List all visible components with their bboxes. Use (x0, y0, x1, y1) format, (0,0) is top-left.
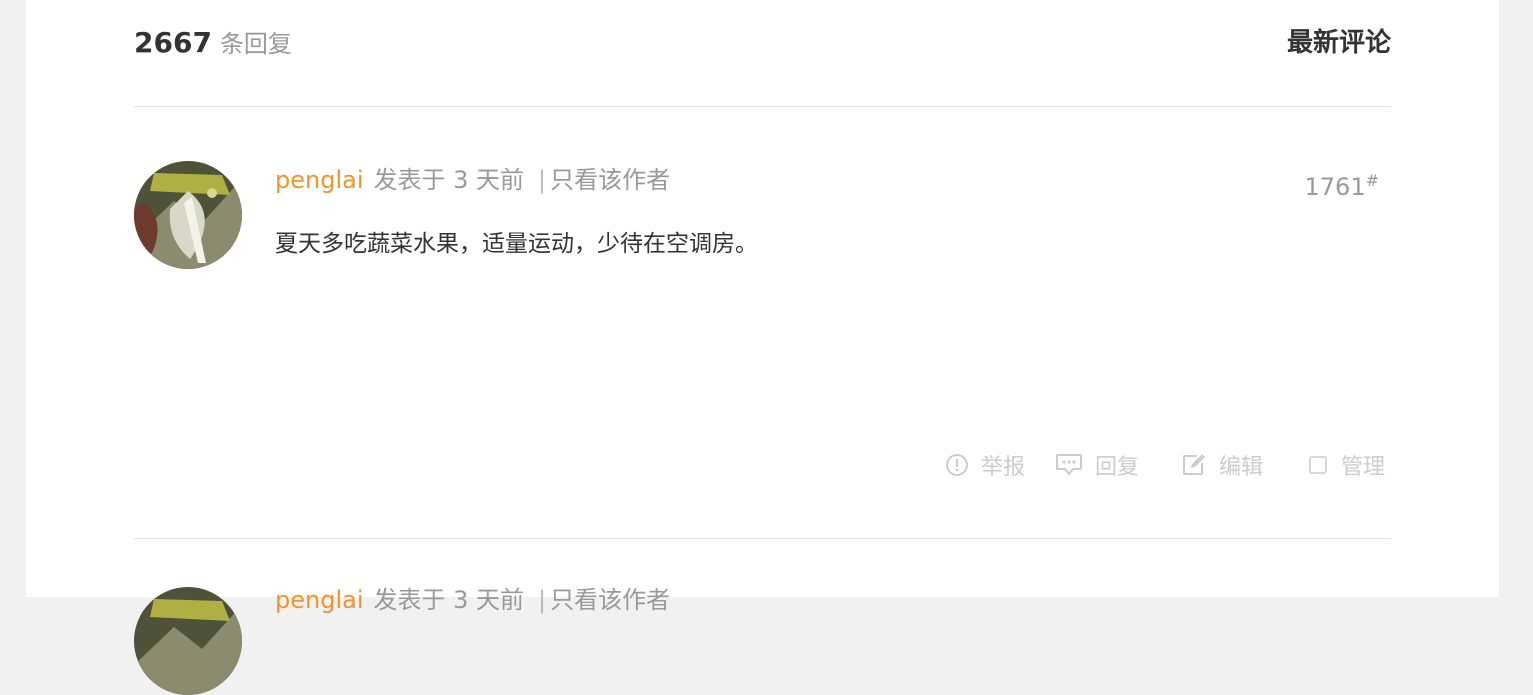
reply-count-number: 2667 (134, 26, 212, 59)
reply-count-suffix: 条回复 (219, 30, 292, 58)
manage-button[interactable]: 管理 (1307, 449, 1385, 481)
next-meta-separator: | (538, 586, 547, 614)
avatar[interactable] (134, 161, 242, 269)
comment-section: 2667 条回复 最新评论 penglai 发表于 3 天前 | 只看该作者 1… (134, 0, 1391, 695)
comment-body: 夏天多吃蔬菜水果，适量运动，少待在空调房。 (275, 231, 758, 257)
comments-header: 2667 条回复 最新评论 (134, 0, 1391, 106)
only-author-link[interactable]: 只看该作者 (550, 166, 670, 194)
edit-button[interactable]: 编辑 (1181, 449, 1263, 481)
next-only-author-link[interactable]: 只看该作者 (550, 586, 670, 614)
sort-latest-comments[interactable]: 最新评论 (1287, 25, 1391, 61)
meta-separator: | (538, 166, 547, 194)
post-time: 发表于 3 天前 (373, 166, 525, 194)
pencil-square-icon (1181, 453, 1207, 477)
comment-divider (134, 538, 1391, 539)
comment-meta: penglai 发表于 3 天前 | 只看该作者 (275, 162, 670, 198)
next-comment-meta: penglai 发表于 3 天前 | 只看该作者 (275, 582, 670, 618)
checkbox-icon[interactable] (1307, 454, 1329, 476)
next-post-time: 发表于 3 天前 (373, 586, 525, 614)
chat-bubble-icon (1055, 453, 1083, 477)
comment-actions: 举报 回复 编辑 管理 (945, 445, 1385, 485)
page: 2667 条回复 最新评论 penglai 发表于 3 天前 | 只看该作者 1… (26, 0, 1499, 695)
reply-count: 2667 条回复 (134, 25, 292, 62)
comment-item: penglai 发表于 3 天前 | 只看该作者 1761# 夏天多吃蔬菜水果，适量运… (134, 107, 1391, 538)
report-label: 举报 (980, 455, 1025, 480)
floor-value: 1761 (1304, 173, 1366, 201)
reply-button[interactable]: 回复 (1055, 449, 1139, 481)
floor-mark: # (1365, 171, 1379, 190)
alert-circle-icon (945, 453, 969, 477)
manage-label: 管理 (1340, 455, 1385, 480)
next-avatar[interactable] (134, 587, 242, 695)
floor-number: 1761# (1305, 169, 1379, 205)
author-name[interactable]: penglai (275, 166, 364, 194)
edit-label: 编辑 (1218, 455, 1263, 480)
next-author-name[interactable]: penglai (275, 586, 364, 614)
report-button[interactable]: 举报 (945, 449, 1025, 481)
reply-label: 回复 (1094, 455, 1139, 480)
